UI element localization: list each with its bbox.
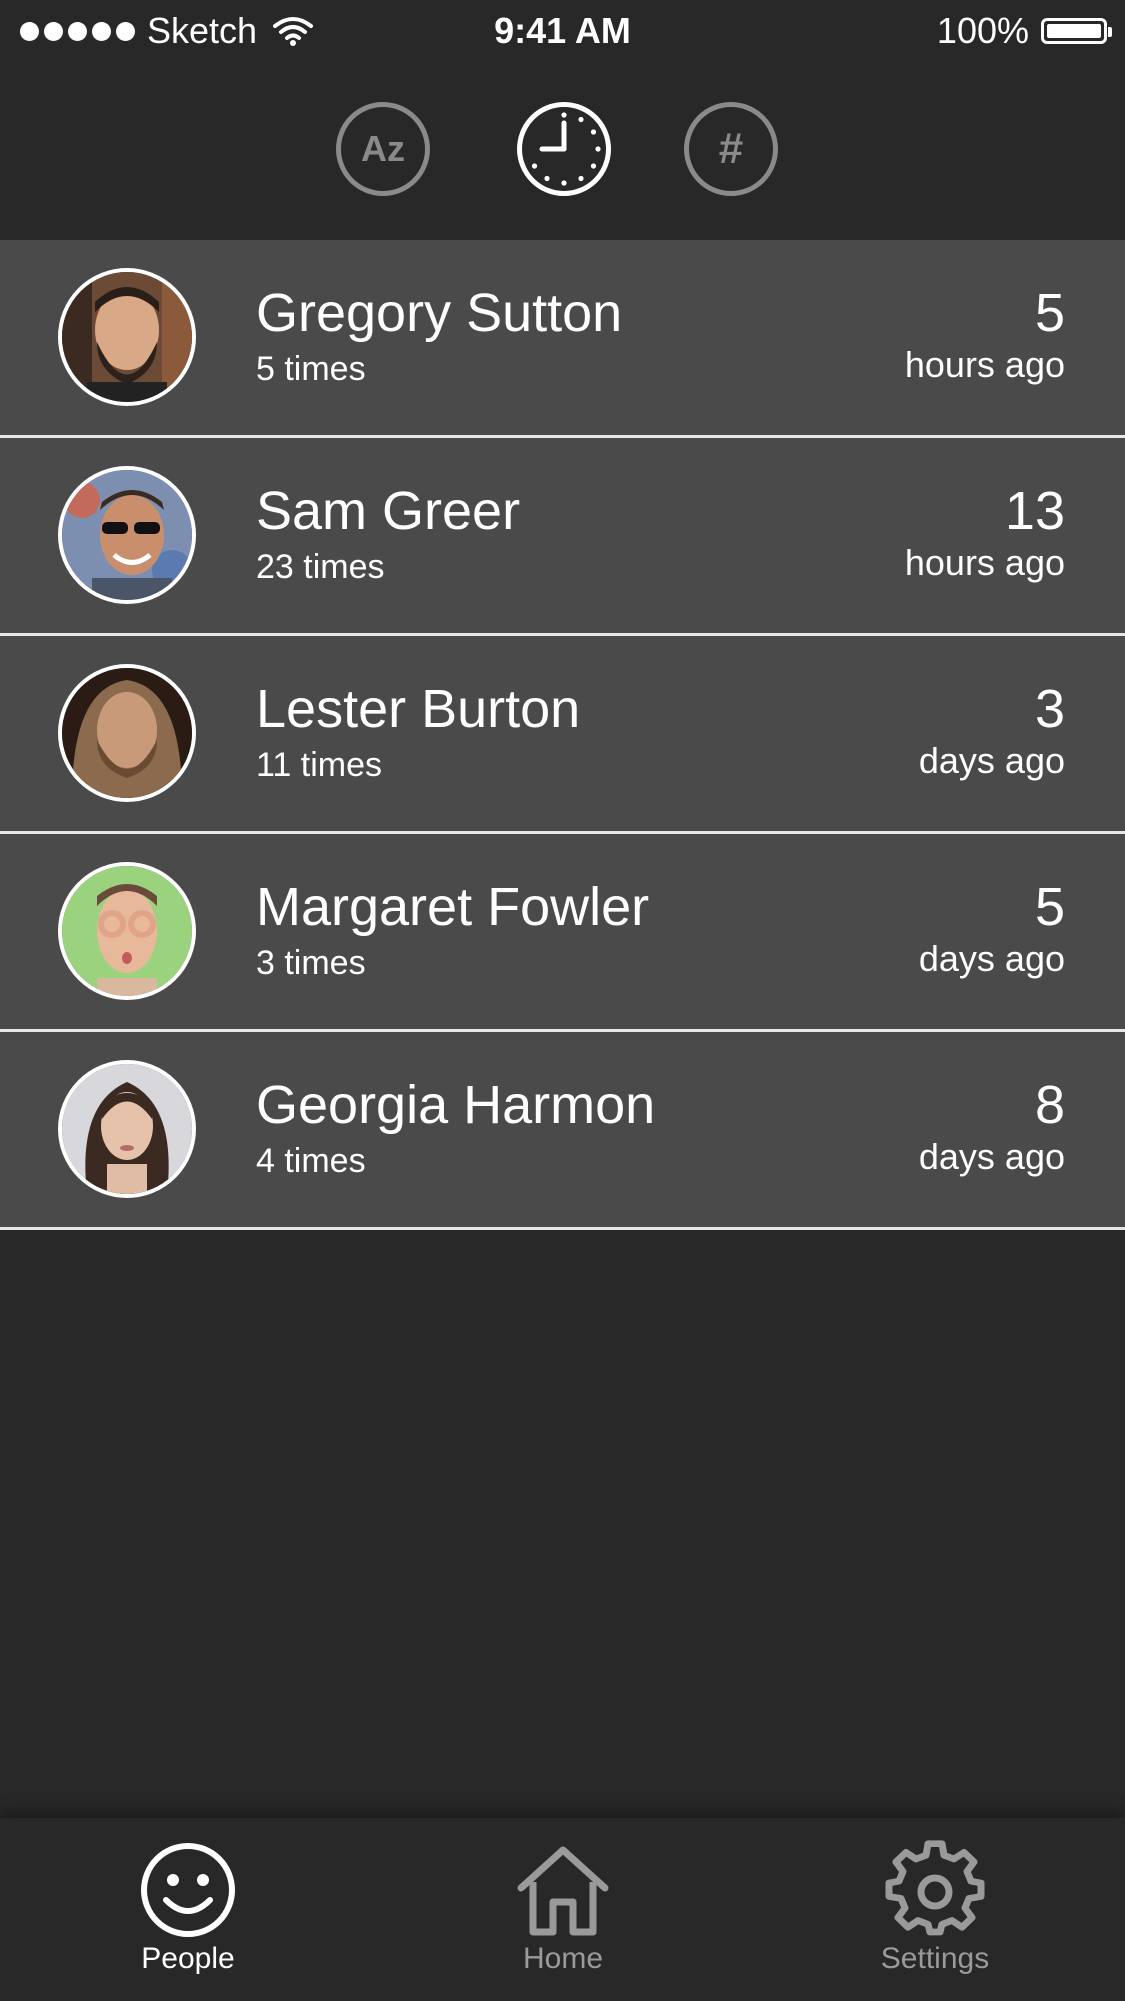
time-ago-value: 13 (1004, 481, 1065, 541)
time-ago-unit: hours ago (904, 542, 1065, 583)
time-ago-value: 5 (1034, 877, 1065, 937)
avatar (58, 664, 196, 802)
list-item[interactable]: Gregory Sutton 5 times 5 hours ago (0, 240, 1125, 438)
person-name: Georgia Harmon (256, 1075, 656, 1135)
battery-icon (1041, 18, 1112, 44)
list-item[interactable]: Sam Greer 23 times 13 hours ago (0, 438, 1125, 636)
tab-settings[interactable]: Settings (805, 1840, 1065, 1976)
tab-people[interactable]: People (58, 1840, 318, 1976)
interaction-count: 11 times (256, 746, 382, 784)
avatar (58, 1060, 196, 1198)
time-ago-unit: hours ago (904, 344, 1065, 385)
list-item[interactable]: Margaret Fowler 3 times 5 days ago (0, 834, 1125, 1032)
status-bar: Sketch 9:41 AM 100% (0, 0, 1125, 62)
list-item[interactable]: Lester Burton 11 times 3 days ago (0, 636, 1125, 834)
avatar (58, 466, 196, 604)
home-icon (517, 1846, 609, 1936)
person-name: Margaret Fowler (256, 877, 650, 937)
person-name: Sam Greer (256, 481, 521, 541)
time-ago-unit: days ago (918, 740, 1065, 781)
tab-people-label: People (141, 1942, 235, 1975)
time-ago-value: 5 (1034, 283, 1065, 343)
avatar (58, 862, 196, 1000)
sort-alphabetical-label: Az (361, 128, 405, 169)
tab-home-label: Home (522, 1942, 604, 1975)
sort-count-label: # (718, 124, 744, 173)
person-name: Gregory Sutton (256, 283, 623, 343)
tab-settings-label: Settings (880, 1942, 990, 1975)
time-ago-value: 3 (1034, 679, 1065, 739)
clock-icon (531, 112, 601, 186)
gear-icon (885, 1840, 985, 1936)
tab-bar: People Home Settings (0, 1818, 1125, 2001)
battery-percentage: 100% (936, 10, 1029, 51)
list-item[interactable]: Georgia Harmon 4 times 8 days ago (0, 1032, 1125, 1230)
time-ago-unit: days ago (918, 1136, 1065, 1177)
smiley-icon (141, 1843, 235, 1937)
interaction-count: 3 times (256, 944, 366, 982)
avatar (58, 268, 196, 406)
sort-toolbar: Az # (0, 62, 1125, 240)
person-name: Lester Burton (256, 679, 581, 739)
interaction-count: 4 times (256, 1142, 366, 1180)
time-ago-unit: days ago (918, 938, 1065, 979)
sort-alphabetical-button[interactable]: Az (336, 102, 430, 196)
interaction-count: 23 times (256, 548, 385, 586)
tab-home[interactable]: Home (433, 1840, 693, 1976)
time-ago-value: 8 (1034, 1075, 1065, 1135)
interaction-count: 5 times (256, 350, 366, 388)
sort-count-button[interactable]: # (684, 102, 778, 196)
sort-recent-button[interactable] (517, 102, 611, 196)
status-right: 100% (936, 10, 1112, 52)
people-list: Gregory Sutton 5 times 5 hours ago Sam G… (0, 240, 1125, 1230)
